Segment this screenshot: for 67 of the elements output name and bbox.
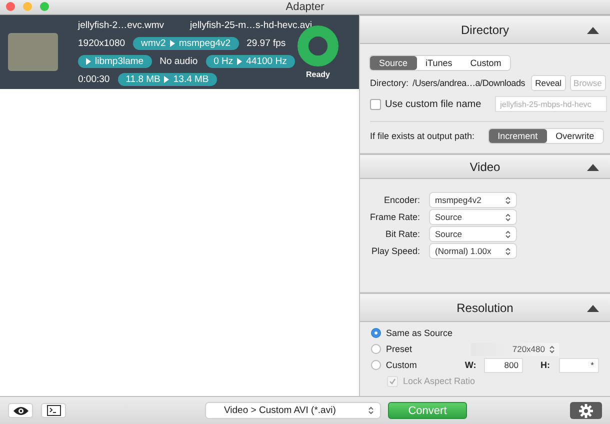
field-label: Bit Rate: <box>384 229 420 239</box>
stepper-arrows-icon <box>505 246 511 256</box>
preview-button[interactable] <box>8 403 33 418</box>
output-file-name: jellyfish-25-m…s-hd-hevc.avi <box>190 20 312 30</box>
file-size-pill: 11.8 MB 13.4 MB <box>118 72 217 86</box>
file-name-field[interactable]: jellyfish-25-mbps-hd-hevc <box>495 96 608 112</box>
eye-icon <box>12 406 28 416</box>
status-text: Ready <box>306 70 330 79</box>
stepper-arrows-icon <box>368 406 374 415</box>
terminal-icon <box>46 405 60 416</box>
video-codec-pill: wmv2 msmpeg4v2 <box>133 36 239 50</box>
audio-status-text: No audio <box>160 56 198 66</box>
radio-button[interactable] <box>371 360 381 370</box>
settings-icon <box>579 404 593 418</box>
stepper-arrows-icon <box>505 212 511 222</box>
video-thumbnail-placeholder <box>8 33 58 71</box>
directory-path: /Users/andrea…a/Downloads <box>412 78 526 88</box>
arrow-icon <box>237 58 242 64</box>
duration-text: 0:00:30 <box>78 74 110 84</box>
fps-text: 29.97 fps <box>246 38 286 48</box>
collapse-triangle-icon[interactable] <box>586 162 600 172</box>
custom-name-label: Use custom file name <box>385 98 482 110</box>
arrow-icon <box>170 40 175 46</box>
collapse-triangle-icon[interactable] <box>586 26 600 34</box>
dropdown[interactable]: Source <box>430 227 516 241</box>
window-title: Adapter <box>286 1 324 13</box>
section-header[interactable]: Video <box>360 154 610 179</box>
file-exists-option[interactable]: Increment <box>488 129 547 143</box>
height-field[interactable]: * <box>559 358 599 372</box>
directory-label: Directory: <box>370 78 409 88</box>
settings-button[interactable] <box>570 402 602 419</box>
radio-label: Preset <box>386 344 414 354</box>
preset-dropdown[interactable]: 720x480 <box>471 342 559 356</box>
stepper-arrows-icon <box>505 230 511 238</box>
field-label: Encoder: <box>382 195 420 205</box>
arrow-icon <box>164 76 170 82</box>
collapse-triangle-icon[interactable] <box>586 304 600 312</box>
terminal-button[interactable] <box>41 403 66 418</box>
lock-aspect-label: Lock Aspect Ratio <box>403 376 476 386</box>
section-header[interactable]: Directory <box>360 15 610 44</box>
file-item[interactable]: jellyfish-2…evc.wmv jellyfish-25-m…s-hd-hevc.avi 1920x1080 wmv2 msmpeg4v2 29.97 fps libmp3lame No audio 0 Hz 44100 Hz 0:00:30 11.8 MB 13.4 MB Ready <box>0 15 359 89</box>
width-label: W: <box>464 360 478 370</box>
directory-button[interactable]: Reveal <box>531 75 566 91</box>
dropdown[interactable]: Source <box>430 210 516 224</box>
resolution-text: 1920x1080 <box>78 38 126 48</box>
dropdown[interactable]: (Normal) 1.00x <box>430 244 516 258</box>
arrow-icon <box>86 58 91 64</box>
file-exists-label: If file exists at output path: <box>370 131 475 141</box>
field-label: Play Speed: <box>370 246 420 256</box>
radio-button[interactable] <box>371 328 381 338</box>
format-dropdown[interactable]: Video > Custom AVI (*.avi) <box>206 403 380 418</box>
audio-codec-pill: libmp3lame <box>78 54 152 68</box>
sample-rate-pill: 0 Hz 44100 Hz <box>206 54 295 68</box>
directory-tab[interactable]: Source <box>370 56 417 70</box>
checkbox[interactable] <box>370 98 381 110</box>
dropdown[interactable]: msmpeg4v2 <box>430 193 516 207</box>
stepper-arrows-icon <box>505 196 511 204</box>
width-field[interactable]: 800 <box>484 358 524 372</box>
close-button[interactable] <box>6 2 15 11</box>
stepper-arrows-icon <box>549 344 555 354</box>
section-header[interactable]: Resolution <box>360 293 610 322</box>
radio-label: Same as Source <box>386 328 453 338</box>
height-label: H: <box>540 360 551 370</box>
source-file-name: jellyfish-2…evc.wmv <box>78 20 164 30</box>
radio-button[interactable] <box>371 344 381 354</box>
radio-label: Custom <box>386 360 418 370</box>
field-label: Frame Rate: <box>368 212 420 222</box>
